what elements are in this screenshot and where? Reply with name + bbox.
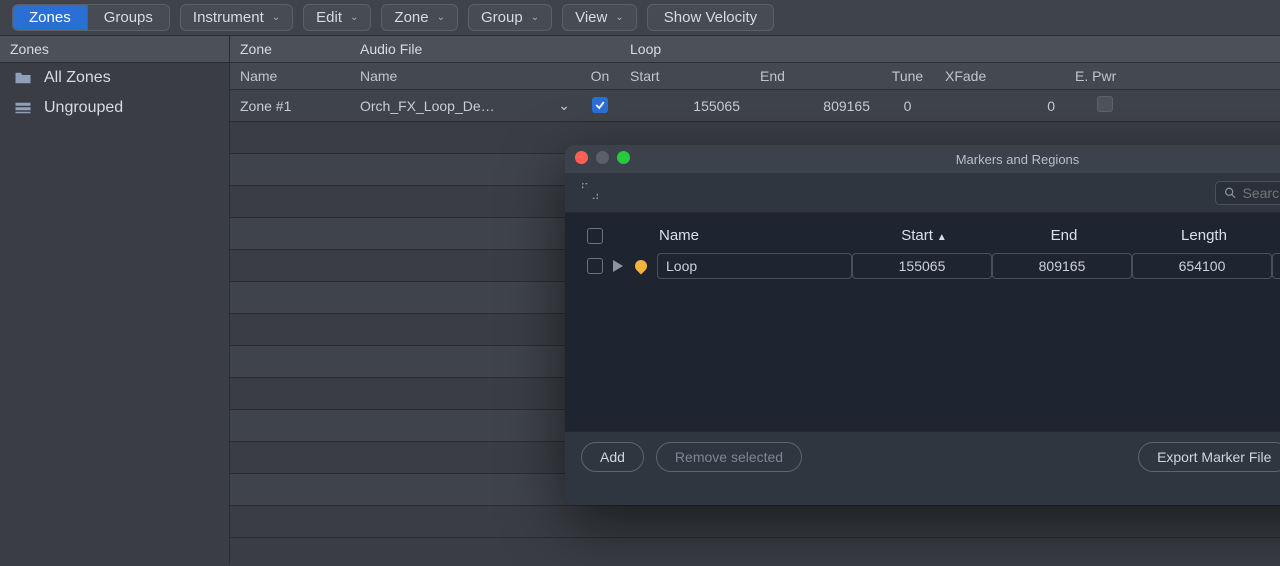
group-header-row: Zone Audio File Loop [230,36,1280,63]
dialog-title: Markers and Regions [956,152,1080,167]
select-all-checkbox[interactable] [587,228,613,244]
group-header-zone: Zone [230,36,350,62]
sidebar-item-label: Ungrouped [44,99,123,117]
close-icon[interactable] [575,151,588,164]
tab-groups[interactable]: Groups [87,5,169,30]
marker-end-field[interactable]: 809165 [992,253,1132,279]
sub-header-row: Name Name On Start End Tune XFade E. Pwr [230,63,1280,90]
dialog-footer: Add Remove selected Export Marker File I… [565,431,1280,481]
region-bounds-icon[interactable] [579,180,601,205]
menu-zone[interactable]: Zone⌄ [381,4,458,31]
checkbox-unchecked-icon [1097,96,1113,112]
col-marker-length[interactable]: Length [1134,227,1274,244]
col-end[interactable]: End [750,63,880,89]
cell-zone-name[interactable]: Zone #1 [230,93,350,119]
dialog-body: Name Start▲ End Length Comment Loop 1550… [565,213,1280,431]
window-controls [575,151,630,164]
marker-type-icon [635,260,657,272]
search-input[interactable] [1243,185,1280,201]
col-start[interactable]: Start [620,63,750,89]
menu-view[interactable]: View⌄ [562,4,637,31]
chevron-down-icon: ⌄ [350,12,358,23]
tab-segment: Zones Groups [12,4,170,31]
cell-epwr[interactable] [1065,91,1145,120]
checkbox-checked-icon [592,97,608,113]
col-epwr[interactable]: E. Pwr [1065,63,1145,89]
markers-header-row: Name Start▲ End Length Comment [579,221,1280,250]
chevron-down-icon: ⌄ [558,97,570,114]
marker-comment-field[interactable] [1272,253,1280,279]
zoom-icon[interactable] [617,151,630,164]
folder-icon [14,71,32,85]
pin-icon [633,258,650,275]
marker-name-field[interactable]: Loop [657,253,852,279]
marker-row[interactable]: Loop 155065 809165 654100 [579,250,1280,282]
group-header-audio: Audio File [350,36,580,62]
menu-group[interactable]: Group⌄ [468,4,552,31]
sidebar-item-ungrouped[interactable]: Ungrouped [0,93,229,123]
group-header-loop: Loop [620,36,1280,62]
cell-loop-start[interactable]: 155065 [620,93,750,119]
marker-start-field[interactable]: 155065 [852,253,992,279]
cell-xfade[interactable]: 0 [935,93,1065,119]
dialog-toolbar: ? [565,173,1280,213]
col-zone-name[interactable]: Name [230,63,350,89]
sidebar: Zones All Zones Ungrouped [0,36,230,564]
markers-regions-dialog: Markers and Regions ? Name [565,145,1280,505]
play-button[interactable] [613,260,635,272]
stack-icon [14,101,32,115]
tab-zones[interactable]: Zones [13,5,87,30]
col-marker-end[interactable]: End [994,227,1134,244]
export-marker-file-button[interactable]: Export Marker File [1138,442,1280,472]
sidebar-title: Zones [0,36,229,63]
col-tune[interactable]: Tune [880,63,935,89]
chevron-down-icon: ⌄ [531,12,539,23]
menu-edit[interactable]: Edit⌄ [303,4,371,31]
table-row[interactable]: Zone #1 Orch_FX_Loop_De… ⌄ 155065 809165… [230,90,1280,122]
row-checkbox[interactable] [587,258,613,274]
dialog-titlebar[interactable]: Markers and Regions [565,145,1280,173]
cell-loop-on[interactable] [580,92,620,119]
play-icon [613,260,623,272]
search-icon [1224,186,1237,200]
col-xfade[interactable]: XFade [935,63,1065,89]
add-button[interactable]: Add [581,442,644,472]
top-toolbar: Zones Groups Instrument⌄ Edit⌄ Zone⌄ Gro… [0,0,1280,36]
sidebar-item-all-zones[interactable]: All Zones [0,63,229,93]
col-audio-name[interactable]: Name [350,63,580,89]
table-row [230,506,1280,538]
col-marker-name[interactable]: Name [613,227,854,244]
show-velocity-button[interactable]: Show Velocity [647,4,774,31]
search-input-wrap[interactable] [1215,181,1280,205]
col-on[interactable]: On [580,63,620,89]
remove-selected-button[interactable]: Remove selected [656,442,802,472]
main-panel: Zone Audio File Loop Name Name On Start … [230,36,1280,564]
menu-instrument[interactable]: Instrument⌄ [180,4,293,31]
chevron-down-icon: ⌄ [272,12,280,23]
marker-length-field[interactable]: 654100 [1132,253,1272,279]
cell-tune[interactable]: 0 [880,93,935,119]
sort-asc-icon: ▲ [937,232,947,243]
minimize-icon[interactable] [596,151,609,164]
col-marker-start[interactable]: Start▲ [854,227,994,244]
sidebar-item-label: All Zones [44,69,111,87]
chevron-down-icon: ⌄ [615,12,623,23]
cell-audio-file[interactable]: Orch_FX_Loop_De… ⌄ [350,92,580,119]
cell-loop-end[interactable]: 809165 [750,93,880,119]
chevron-down-icon: ⌄ [437,12,445,23]
col-marker-comment[interactable]: Comment [1274,227,1280,244]
